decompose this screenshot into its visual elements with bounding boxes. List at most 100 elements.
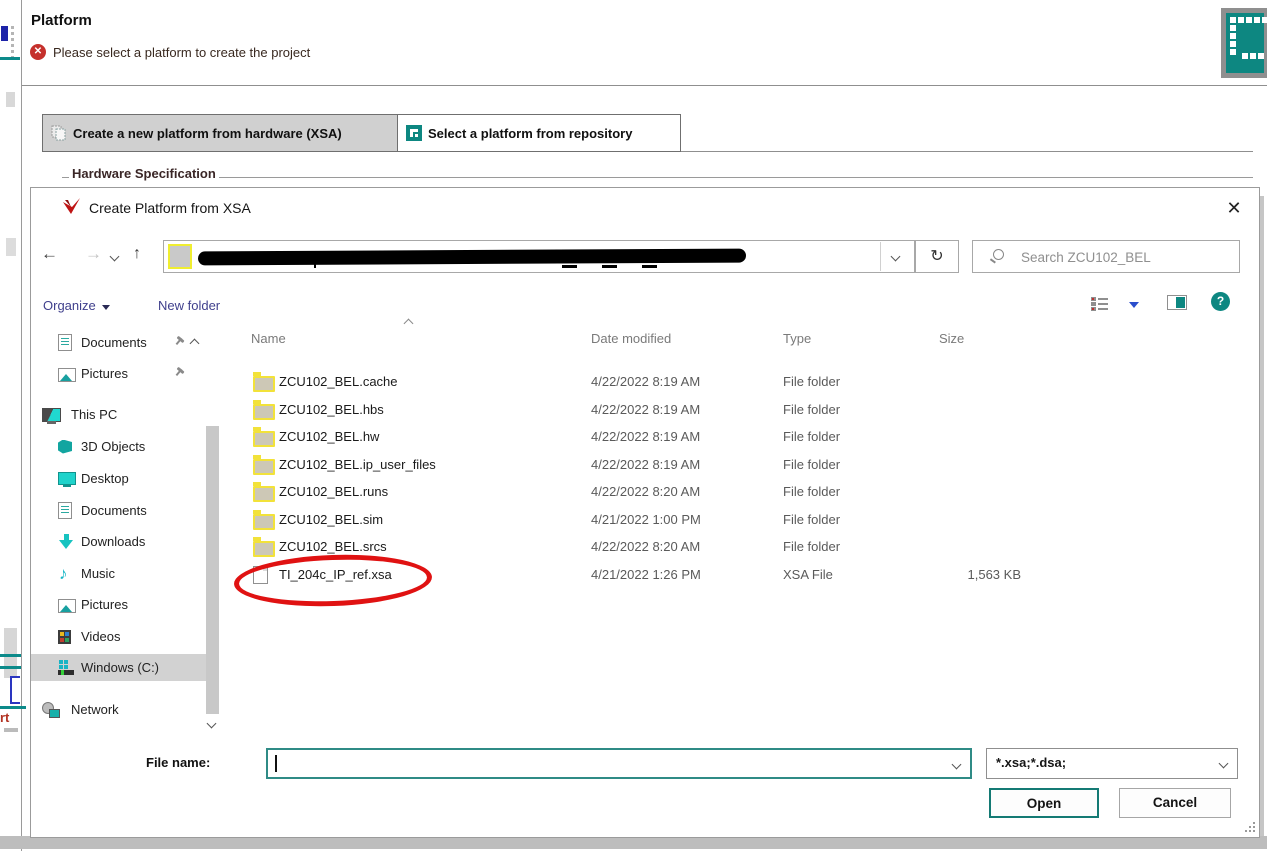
documents-icon [58,334,72,351]
file-type-value: *.xsa;*.dsa; [996,755,1066,770]
sidebar-item-desktop[interactable]: Desktop [31,465,206,492]
sidebar-scrollbar[interactable] [206,426,219,714]
file-name-input[interactable] [274,752,928,777]
text-caret [275,755,277,772]
error-icon: ✕ [30,44,46,60]
file-type-combobox[interactable]: *.xsa;*.dsa; [986,748,1238,779]
background-fragment [0,654,21,657]
objects3d-icon [58,440,72,454]
file-date-modified: 4/21/2022 1:00 PM [591,512,701,527]
view-options-dropdown-icon[interactable] [1129,302,1139,308]
sidebar-item-documents[interactable]: Documents [31,497,206,524]
sidebar-item-documents[interactable]: Documents [31,329,206,356]
pictures-icon [58,368,76,382]
sidebar-item-this-pc[interactable]: This PC [31,401,206,428]
redacted-path [198,249,746,266]
current-folder-icon [170,246,190,267]
file-date-modified: 4/22/2022 8:19 AM [591,429,700,444]
up-icon[interactable]: ↑ [133,244,141,264]
scroll-down-icon[interactable] [207,719,217,729]
background-window-edge [21,0,22,851]
background-fragment [0,57,20,60]
cancel-button[interactable]: Cancel [1119,788,1231,818]
sort-ascending-icon [404,319,414,329]
sidebar-item-label: This PC [71,407,117,422]
platform-wizard-icon-inner [1226,13,1264,73]
sidebar-item-pictures[interactable]: Pictures [31,591,206,618]
file-type: XSA File [783,567,833,582]
file-type-dropdown-icon[interactable] [1219,759,1229,769]
search-input[interactable] [1019,244,1223,270]
resize-grip-icon[interactable] [1243,820,1255,832]
background-fragment [11,26,14,60]
background-fragment-text: rt [0,710,9,725]
background-fragment [4,628,17,678]
file-date-modified: 4/22/2022 8:19 AM [591,457,700,472]
folder-icon [253,431,275,447]
file-row-zcu102-bel-hbs[interactable]: ZCU102_BEL.hbs4/22/2022 8:19 AMFile fold… [241,397,1241,423]
folder-icon [253,541,275,557]
this-pc-icon [42,408,61,422]
recent-locations-icon[interactable] [110,252,120,262]
file-type: File folder [783,374,840,389]
collapse-icon[interactable] [190,339,200,349]
background-fragment-icon [1,26,8,41]
sidebar-item-pictures[interactable]: Pictures [31,360,206,387]
file-name: ZCU102_BEL.sim [279,512,383,527]
background-fragment [6,238,16,256]
address-dropdown-icon[interactable] [891,252,901,262]
column-header-type[interactable]: Type [783,331,811,346]
sidebar-item-downloads[interactable]: Downloads [31,528,206,555]
file-row-zcu102-bel-srcs[interactable]: ZCU102_BEL.srcs4/22/2022 8:20 AMFile fol… [241,534,1241,560]
redaction-mark [562,265,577,268]
file-type: File folder [783,402,840,417]
sidebar-item-label: Windows (C:) [81,660,159,675]
sidebar-item-windows-c[interactable]: Windows (C:) [31,654,206,681]
help-icon[interactable]: ? [1211,292,1230,311]
sidebar-item-network[interactable]: Network [31,696,206,723]
sidebar-item-label: Videos [81,629,121,644]
file-row-zcu102-bel-cache[interactable]: ZCU102_BEL.cache4/22/2022 8:19 AMFile fo… [241,369,1241,395]
repository-icon [406,125,422,141]
preview-pane-icon[interactable] [1167,295,1187,310]
organize-label: Organize [43,298,96,313]
back-icon[interactable]: ← [41,244,58,264]
header-separator [22,85,1267,86]
open-button[interactable]: Open [989,788,1099,818]
file-row-zcu102-bel-ip-user-files[interactable]: ZCU102_BEL.ip_user_files4/22/2022 8:19 A… [241,452,1241,478]
music-icon [58,566,75,582]
sidebar-item-3d-objects[interactable]: 3D Objects [31,433,206,460]
address-bar[interactable] [163,240,915,273]
file-name-combobox[interactable] [266,748,972,779]
create-platform-from-xsa-dialog: Create Platform from XSA ✕ ← → ↑ ↻ Organ… [30,187,1260,838]
new-folder-button[interactable]: New folder [158,298,220,313]
sidebar-item-videos[interactable]: Videos [31,623,206,650]
file-type: File folder [783,457,840,472]
drive-icon [58,660,75,676]
column-header-size[interactable]: Size [939,331,964,346]
sidebar-item-label: Documents [81,335,147,350]
search-box[interactable] [972,240,1240,273]
documents-icon [58,502,72,519]
file-row-zcu102-bel-hw[interactable]: ZCU102_BEL.hw4/22/2022 8:19 AMFile folde… [241,424,1241,450]
file-row-zcu102-bel-runs[interactable]: ZCU102_BEL.runs4/22/2022 8:20 AMFile fol… [241,479,1241,505]
sidebar-item-music[interactable]: Music [31,560,206,587]
tab-select-platform-from-repository[interactable]: Select a platform from repository [398,114,681,152]
file-row-zcu102-bel-sim[interactable]: ZCU102_BEL.sim4/21/2022 1:00 PMFile fold… [241,507,1241,533]
pin-icon [171,366,186,381]
tab-create-platform-from-xsa[interactable]: Create a new platform from hardware (XSA… [42,114,398,152]
tab-baseline [681,151,1253,152]
file-type: File folder [783,539,840,554]
column-header-name[interactable]: Name [251,331,286,346]
sidebar-item-label: Downloads [81,534,145,549]
file-name: ZCU102_BEL.srcs [279,539,387,554]
file-name-label: File name: [146,755,210,770]
column-header-date-modified[interactable]: Date modified [591,331,671,346]
view-details-icon[interactable] [1091,296,1109,315]
refresh-button[interactable]: ↻ [915,240,959,273]
background-fragment [0,706,26,709]
file-name-dropdown-icon[interactable] [952,760,962,770]
organize-menu[interactable]: Organize [43,298,110,313]
error-message: Please select a platform to create the p… [53,45,310,60]
close-icon[interactable]: ✕ [1221,196,1247,220]
